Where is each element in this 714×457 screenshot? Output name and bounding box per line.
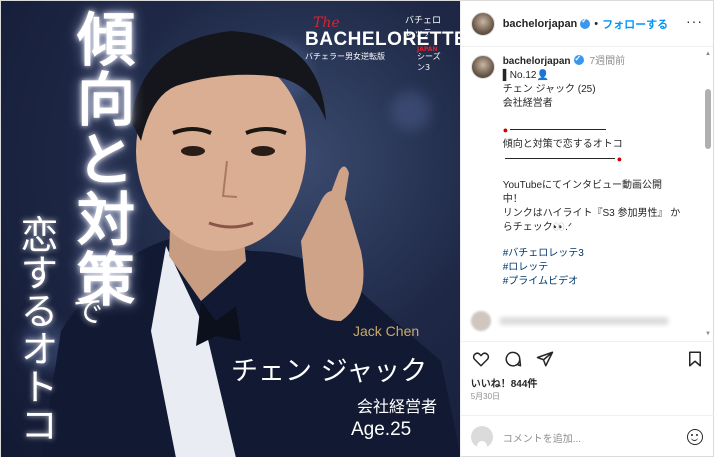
hashtag-link[interactable]: #プライムビデオ	[503, 275, 681, 289]
divider-line	[510, 129, 607, 130]
post-image[interactable]: 傾向と対策 で 恋するオトコ バチェロレッテ The BACHELORETTE …	[1, 1, 460, 457]
separator: •	[594, 17, 599, 30]
hashtag-link[interactable]: #ロレッテ	[503, 261, 681, 275]
comment-bubble-icon[interactable]	[503, 349, 523, 369]
pin-icon: ●	[616, 154, 623, 164]
caption-line: ▌No.12👤	[502, 70, 549, 81]
caption-text: bachelorjapan7週間前 ▌No.12👤 チェン ジャック (25) …	[502, 52, 681, 289]
avatar[interactable]	[470, 11, 495, 36]
scrollbar-thumb[interactable]	[705, 89, 711, 149]
caption-line: らチェック👀.ᐟ	[502, 222, 573, 233]
logo-season: シーズン3	[417, 52, 441, 72]
caption-area[interactable]: bachelorjapan7週間前 ▌No.12👤 チェン ジャック (25) …	[461, 47, 714, 339]
emoji-icon[interactable]	[686, 429, 703, 445]
post-header: bachelorjapan • フォローする ···	[460, 1, 713, 47]
caption-theme: 傾向と対策で恋するオトコ	[502, 139, 623, 150]
share-paper-plane-icon[interactable]	[535, 349, 555, 369]
post-side-panel: bachelorjapan • フォローする ··· bachelorjapan…	[459, 1, 714, 457]
headline-vertical: 傾向と対策	[67, 9, 135, 309]
bookmark-save-icon[interactable]	[685, 349, 705, 369]
caption-line: YouTubeにてインタビュー動画公開	[502, 180, 662, 191]
logo-subtitle: バチェラー男女逆転版	[305, 52, 385, 61]
age-label: Age.25	[351, 419, 412, 440]
post-date[interactable]: 5月30日	[471, 391, 500, 402]
headline-sub-vertical: 恋するオトコ	[14, 215, 58, 443]
name-japanese: チェン ジャック	[231, 356, 428, 387]
name-english: Jack Chen	[353, 323, 420, 339]
caption-line: 中！	[502, 194, 523, 205]
caption-line: リンクはハイライト『S3 参加男性』 か	[502, 208, 681, 219]
verified-badge-icon	[573, 52, 584, 66]
scroll-down-arrow-icon[interactable]: ▼	[705, 331, 711, 337]
instagram-post-view: 傾向と対策 で 恋するオトコ バチェロレッテ The BACHELORETTE …	[0, 0, 714, 457]
bachelorette-logo: バチェロレッテ The BACHELORETTE JAPAN バチェラー男女逆転…	[305, 13, 460, 72]
hashtag-link[interactable]: #バチェロレッテ3	[503, 247, 681, 261]
divider-line	[504, 158, 615, 159]
like-heart-icon[interactable]	[471, 349, 491, 369]
caption-row: bachelorjapan7週間前 ▌No.12👤 チェン ジャック (25) …	[470, 52, 705, 289]
time-ago[interactable]: 7週間前	[590, 56, 626, 67]
avatar	[470, 311, 491, 331]
occupation: 会社経営者	[357, 397, 438, 416]
add-comment-bar: コメントを追加...	[460, 415, 714, 457]
more-options-icon[interactable]: ···	[686, 13, 703, 29]
caption-line: 会社経営者	[502, 98, 553, 109]
blurred-comment-text	[498, 317, 669, 325]
verified-badge-icon	[580, 16, 591, 29]
comment-input[interactable]: コメントを追加...	[503, 430, 581, 445]
follow-button[interactable]: フォローする	[602, 16, 668, 32]
user-avatar	[470, 426, 493, 448]
header-username[interactable]: bachelorjapan	[503, 18, 578, 30]
action-bar	[460, 341, 714, 375]
caption-line: チェン ジャック (25)	[502, 84, 596, 95]
scroll-up-arrow-icon[interactable]: ▲	[705, 51, 711, 57]
avatar[interactable]	[470, 55, 495, 79]
likes-count[interactable]: いいね！844件	[471, 375, 538, 390]
headline-particle: で	[73, 295, 103, 330]
pin-icon: ●	[502, 125, 509, 135]
caption-username[interactable]: bachelorjapan	[503, 56, 571, 67]
blurred-comment	[470, 311, 701, 331]
